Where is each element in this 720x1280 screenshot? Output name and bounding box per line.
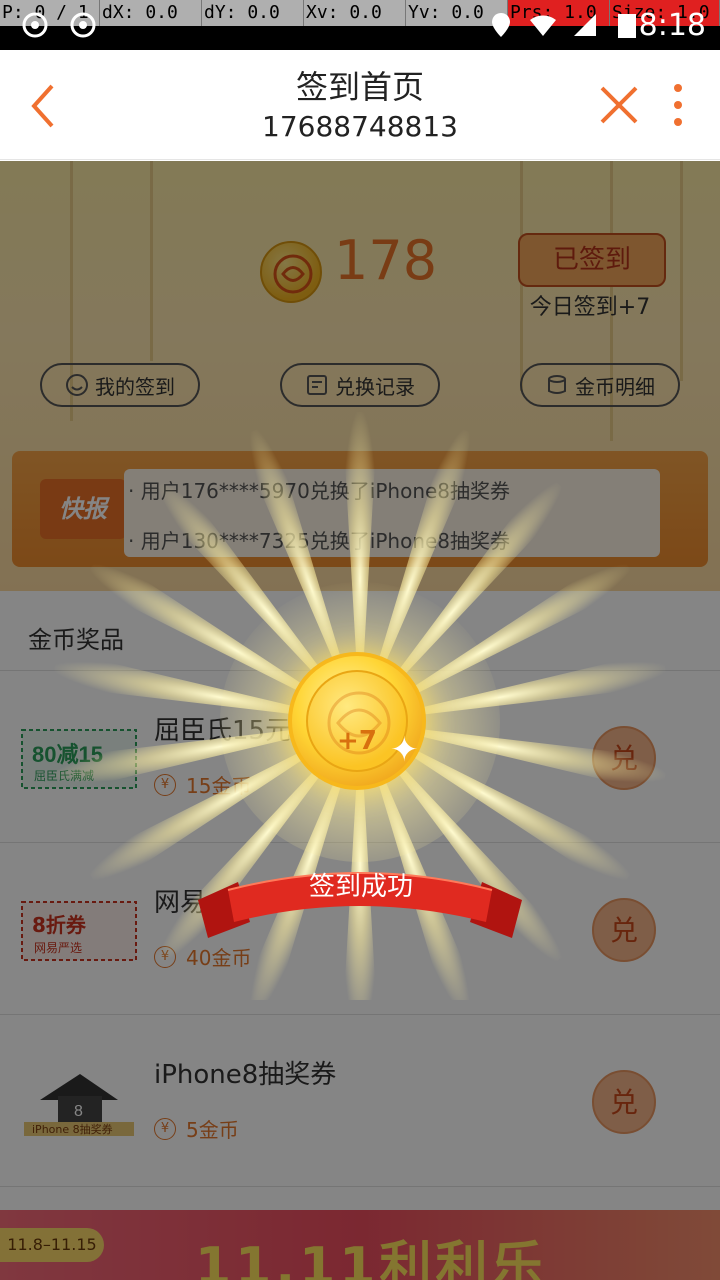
- sparkle-icon: ✦: [390, 730, 419, 770]
- clock: 8:18: [638, 8, 706, 43]
- status-bar: P: 0 / 1 dX: 0.0 dY: 0.0 Xv: 0.0 Yv: 0.0…: [0, 0, 720, 50]
- title-bar: 签到首页 17688748813: [0, 50, 720, 160]
- back-button[interactable]: [22, 78, 72, 134]
- app-notification-icon: [22, 12, 48, 38]
- debug-xv: Xv: 0.0: [304, 0, 406, 26]
- success-message: 签到成功: [308, 872, 413, 902]
- wifi-icon: [530, 15, 556, 36]
- signal-icon: [574, 14, 596, 36]
- app-notification-icon: [70, 12, 96, 38]
- debug-dx: dX: 0.0: [100, 0, 202, 26]
- location-icon: [492, 13, 510, 37]
- page-title: 签到首页: [295, 68, 424, 106]
- more-options-button[interactable]: [660, 80, 696, 130]
- battery-icon: [618, 14, 636, 38]
- debug-dy: dY: 0.0: [202, 0, 304, 26]
- page-subtitle: 17688748813: [262, 110, 458, 143]
- close-button[interactable]: [596, 82, 642, 128]
